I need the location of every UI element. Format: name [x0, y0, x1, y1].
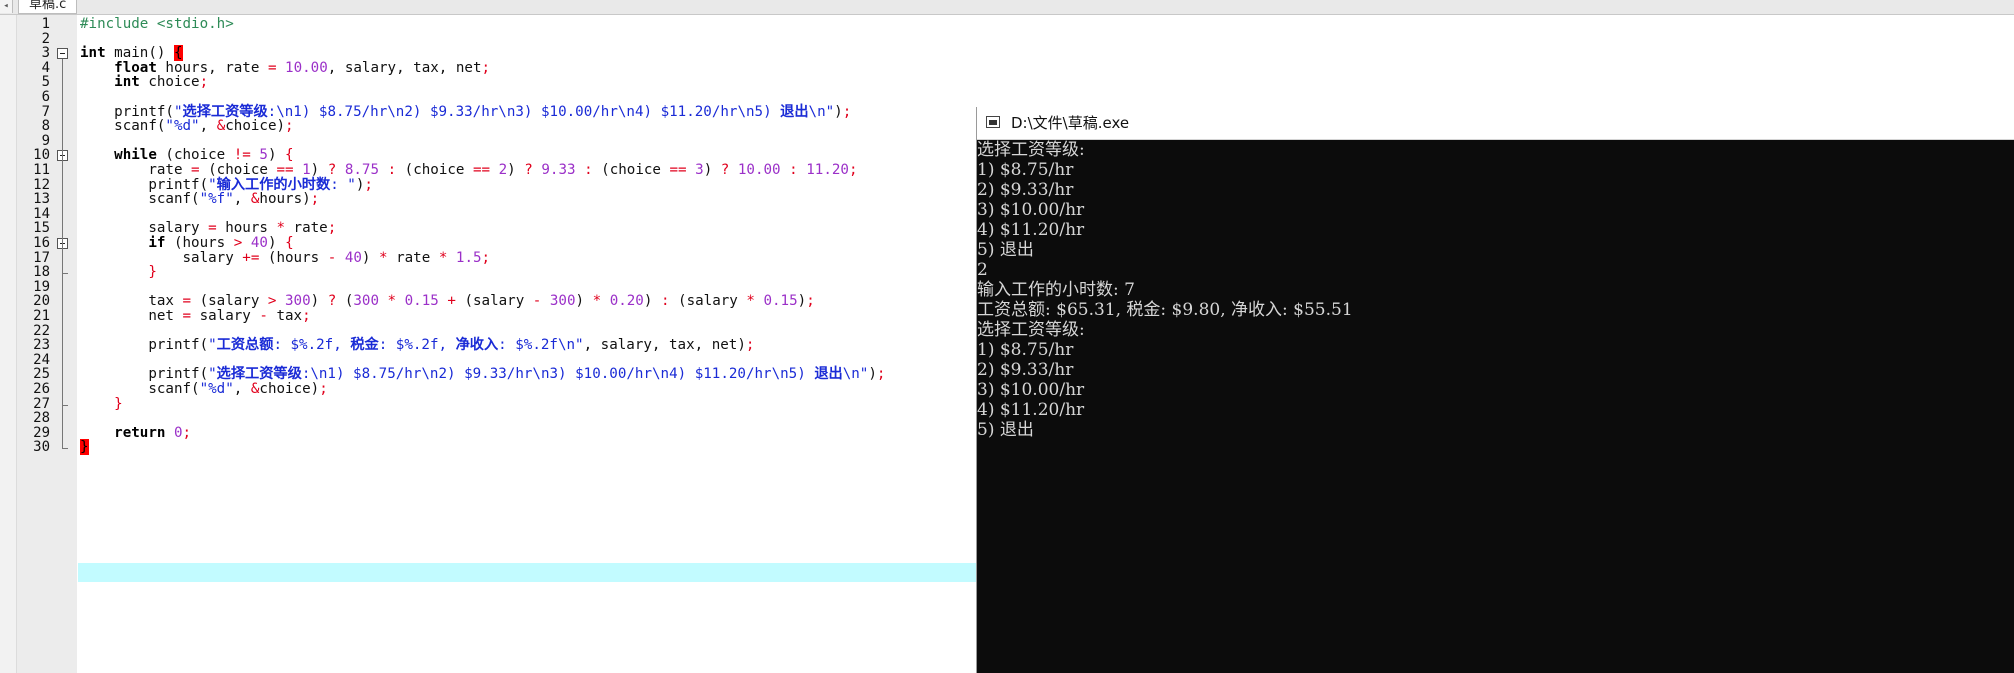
console-line: 选择工资等级:	[977, 320, 1085, 340]
code-line[interactable]: }	[80, 263, 157, 282]
fold-end-marker	[62, 448, 68, 450]
editor-left-margin	[0, 15, 17, 673]
fold-toggle-icon[interactable]	[57, 48, 68, 60]
console-line: 选择工资等级:	[977, 140, 1085, 160]
code-line[interactable]: }	[80, 395, 123, 414]
code-line[interactable]: }	[80, 438, 89, 457]
console-line: 2	[977, 260, 988, 280]
console-line: 工资总额: $65.31, 税金: $9.80, 净收入: $55.51	[977, 300, 1353, 320]
tab-file[interactable]: 草稿.c	[18, 0, 78, 14]
fold-range-line	[62, 161, 63, 405]
code-line[interactable]: scanf("%d", &choice);	[80, 117, 293, 136]
fold-end-marker	[62, 404, 68, 406]
code-line[interactable]: scanf("%f", &hours);	[80, 190, 319, 209]
fold-end-marker	[62, 273, 68, 275]
console-line: 3) $10.00/hr	[977, 200, 1085, 220]
line-number: 30	[33, 439, 50, 456]
current-line-highlight	[78, 563, 978, 582]
console-title: D:\文件\草稿.exe	[1011, 114, 1130, 132]
console-output[interactable]: 选择工资等级: 1) $8.75/hr 2) $9.33/hr 3) $10.00/h…	[977, 140, 2014, 673]
console-titlebar[interactable]: D:\文件\草稿.exe	[977, 107, 2014, 140]
console-line: 4) $11.20/hr	[977, 220, 1085, 240]
console-line: 2) $9.33/hr	[977, 360, 1074, 380]
console-app-icon	[986, 116, 1000, 128]
console-line: 2) $9.33/hr	[977, 180, 1074, 200]
console-line: 1) $8.75/hr	[977, 340, 1074, 360]
fold-range-line	[62, 249, 63, 274]
console-line: 输入工作的小时数: 7	[977, 280, 1135, 300]
tab-scroll-left-button[interactable]: ◂	[0, 0, 13, 13]
console-line: 5) 退出	[977, 240, 1034, 260]
console-window[interactable]: D:\文件\草稿.exe 选择工资等级: 1) $8.75/hr 2) $9.33/…	[976, 107, 2014, 673]
console-line: 4) $11.20/hr	[977, 400, 1085, 420]
console-line: 1) $8.75/hr	[977, 160, 1074, 180]
code-line[interactable]: int choice;	[80, 73, 208, 92]
console-line: 3) $10.00/hr	[977, 380, 1085, 400]
console-line: 5) 退出	[977, 420, 1034, 440]
code-line[interactable]: net = salary - tax;	[80, 307, 310, 326]
editor-tab-strip: ◂ 草稿.c	[0, 0, 2014, 15]
code-line[interactable]: #include <stdio.h>	[80, 15, 234, 34]
code-line[interactable]: return 0;	[80, 424, 191, 443]
code-line[interactable]: printf("工资总额: $%.2f, 税金: $%.2f, 净收入: $%.…	[80, 336, 754, 355]
